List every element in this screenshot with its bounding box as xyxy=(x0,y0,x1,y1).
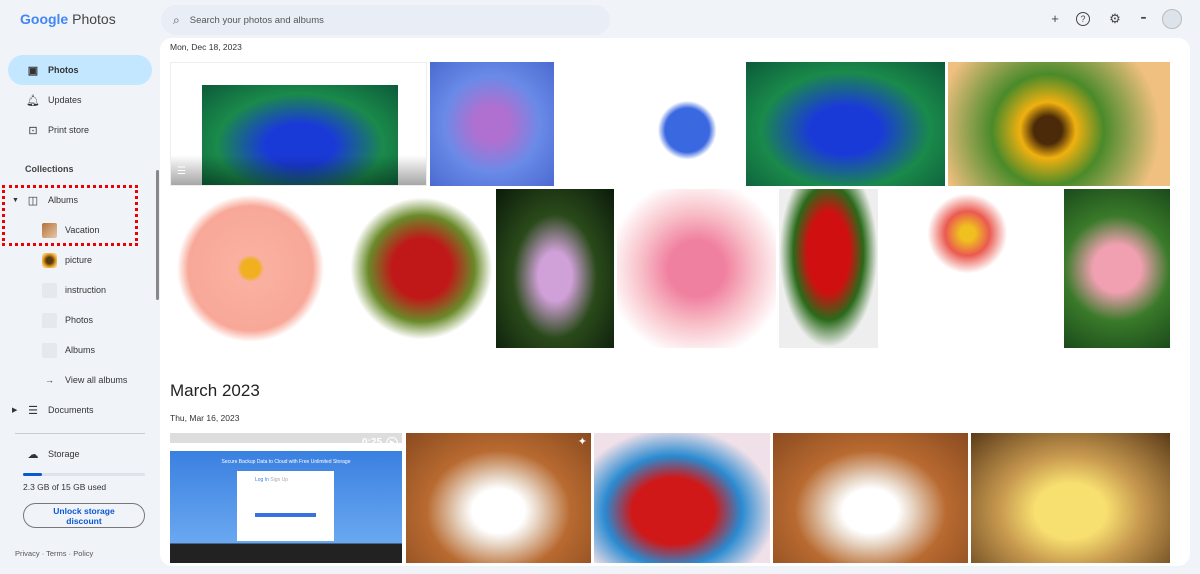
photo-screenshot-blue-rose[interactable]: ☰ xyxy=(170,62,427,186)
photo-fennec-fox-copy[interactable] xyxy=(773,433,968,563)
menu-icon: ☰ xyxy=(177,166,186,177)
expand-arrow-icon[interactable]: ▶ xyxy=(12,406,26,414)
photo-red-roses[interactable] xyxy=(779,189,878,348)
album-thumbnail xyxy=(42,282,57,298)
photo-sunflowers[interactable] xyxy=(948,62,1170,186)
album-item-photos[interactable]: Photos xyxy=(42,309,93,331)
avatar[interactable] xyxy=(1162,9,1182,29)
sidebar-scrollbar[interactable] xyxy=(156,170,159,300)
sidebar-item-storage[interactable]: ☁ Storage xyxy=(8,439,152,469)
play-icon: ▶ xyxy=(386,437,398,449)
login-card: Log In Sign Up xyxy=(237,471,334,541)
storage-usage-text: 2.3 GB of 15 GB used xyxy=(23,482,107,492)
storage-bar-fill xyxy=(23,473,42,476)
sidebar-item-updates[interactable]: 🔔︎ Updates xyxy=(8,85,152,115)
video-thumbnail[interactable]: Secure Backup Data to Cloud with Free Un… xyxy=(170,433,402,563)
photo-red-roses-art[interactable] xyxy=(334,189,493,348)
date-heading: Thu, Mar 16, 2023 xyxy=(170,413,240,423)
search-input[interactable]: ⌕ Search your photos and albums xyxy=(161,5,610,35)
photo-fennec-fox[interactable]: ✦ xyxy=(406,433,591,563)
album-thumbnail xyxy=(42,252,57,268)
month-heading: March 2023 xyxy=(170,381,260,400)
search-icon: ⌕ xyxy=(173,12,180,27)
photo-ducklings[interactable] xyxy=(971,433,1170,563)
cloud-icon: ☁ xyxy=(27,448,39,461)
sidebar-item-print-store[interactable]: ⊡ Print store xyxy=(8,115,152,145)
photo-pink-lilies[interactable] xyxy=(496,189,614,348)
privacy-link[interactable]: Privacy xyxy=(15,549,40,558)
album-item-picture[interactable]: picture xyxy=(42,249,92,271)
divider xyxy=(15,433,145,434)
google-photos-logo[interactable]: Google Photos xyxy=(20,11,116,27)
video-duration: 0:25 xyxy=(361,437,382,448)
photo-red-flower-drawing[interactable] xyxy=(881,189,1061,348)
album-thumbnail xyxy=(42,342,57,358)
album-item-instruction[interactable]: instruction xyxy=(42,279,106,301)
storage-bar xyxy=(23,473,145,476)
image-icon: ▣ xyxy=(27,64,39,77)
photo-blue-rose-stem[interactable] xyxy=(557,62,743,186)
album-item-albums[interactable]: Albums xyxy=(42,339,95,361)
unlock-storage-button[interactable]: Unlock storage discount xyxy=(23,503,145,528)
photo-purple-rose[interactable] xyxy=(430,62,554,186)
photo-grid[interactable]: Mon, Dec 18, 2023 ☰ March 2023 Thu, Mar … xyxy=(160,38,1190,566)
bell-icon: 🔔︎ xyxy=(26,94,40,107)
apps-grid-icon[interactable]: ▪▪▪ xyxy=(1134,10,1152,28)
collections-heading: Collections xyxy=(25,164,74,174)
settings-icon[interactable]: ⚙ xyxy=(1106,10,1124,28)
bag-icon: ⊡ xyxy=(28,124,38,137)
document-icon: ☰ xyxy=(28,404,38,417)
photo-blue-rose[interactable] xyxy=(746,62,945,186)
view-all-albums-link[interactable]: → View all albums xyxy=(42,369,127,391)
policy-link[interactable]: Policy xyxy=(73,549,93,558)
help-icon[interactable]: ? xyxy=(1076,12,1090,26)
photo-pink-flowers[interactable] xyxy=(1064,189,1170,348)
photo-pink-flower-drawing[interactable] xyxy=(170,189,331,348)
highlight-box xyxy=(2,185,138,246)
sidebar-item-documents[interactable]: ▶ ☰ Documents xyxy=(8,395,152,425)
add-icon[interactable]: + xyxy=(1046,10,1064,28)
footer-links: Privacy · Terms · Policy xyxy=(15,549,94,558)
terms-link[interactable]: Terms xyxy=(46,549,66,558)
sparkle-icon: ✦ xyxy=(577,436,587,448)
album-thumbnail xyxy=(42,312,57,328)
photo-parrot[interactable] xyxy=(594,433,770,563)
photo-flower-bouquet[interactable] xyxy=(617,189,776,348)
sidebar-item-photos[interactable]: ▣ Photos xyxy=(8,55,152,85)
date-heading: Mon, Dec 18, 2023 xyxy=(170,42,242,52)
arrow-right-icon: → xyxy=(45,375,54,385)
